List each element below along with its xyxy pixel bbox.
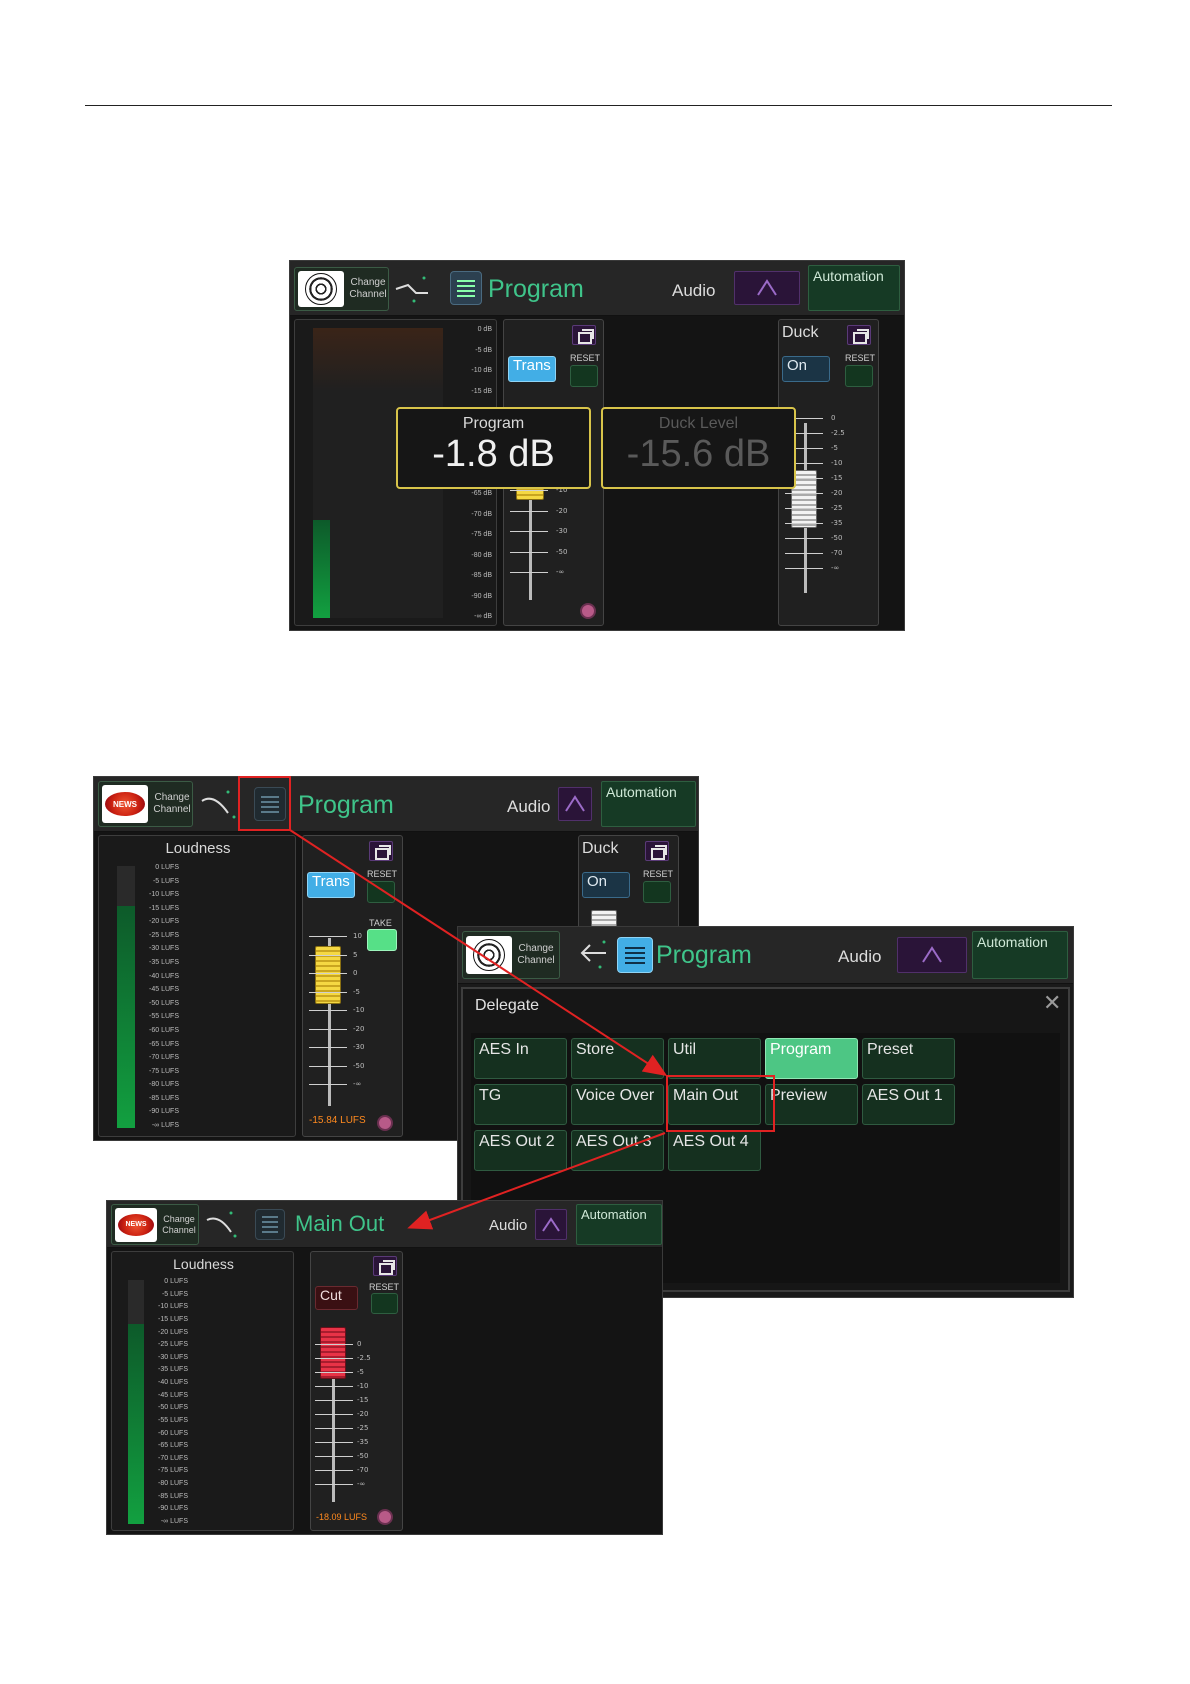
arrow-to-main-out [407,1132,666,1230]
annotation-arrows [289,829,668,1230]
arrow-to-delegate [289,829,668,1077]
